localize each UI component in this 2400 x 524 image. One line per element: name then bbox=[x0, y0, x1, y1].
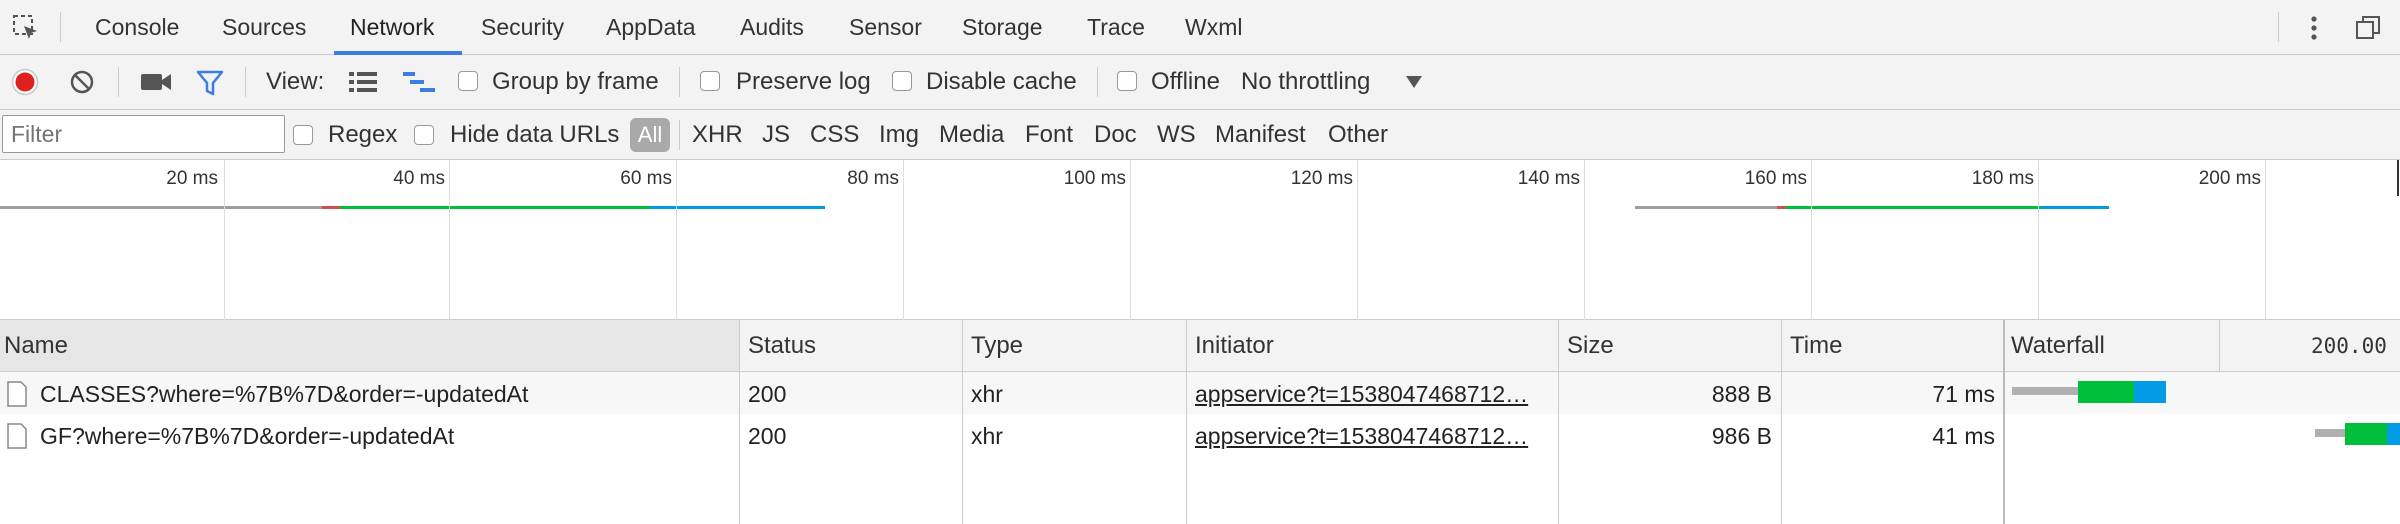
network-toolbar: View: Group by frame Preserve log Disabl… bbox=[0, 55, 2400, 110]
type-filter-css[interactable]: CSS bbox=[810, 121, 859, 149]
clear-icon[interactable] bbox=[69, 69, 95, 95]
request-status: 200 bbox=[748, 423, 787, 449]
request-name[interactable]: CLASSES?where=%7B%7D&order=-updatedAt bbox=[40, 381, 528, 408]
tab-audits[interactable]: Audits bbox=[740, 0, 804, 55]
waterfall-bar-content bbox=[2134, 381, 2166, 403]
inspect-icon[interactable] bbox=[12, 14, 40, 42]
view-label: View: bbox=[266, 68, 325, 95]
request-type: xhr bbox=[971, 423, 1003, 449]
type-filter-ws[interactable]: WS bbox=[1157, 121, 1196, 149]
col-header-status[interactable]: Status bbox=[748, 320, 816, 372]
overview-bar-waiting bbox=[1635, 206, 1777, 209]
request-size: 888 B bbox=[1711, 381, 1772, 407]
request-time: 71 ms bbox=[1932, 381, 1995, 407]
request-status: 200 bbox=[748, 381, 787, 407]
filter-input[interactable] bbox=[2, 115, 285, 153]
timeline-tick: 140 ms bbox=[1517, 168, 1580, 189]
document-icon bbox=[7, 381, 27, 407]
col-header-initiator[interactable]: Initiator bbox=[1195, 320, 1274, 372]
timeline-tick: 20 ms bbox=[166, 168, 218, 189]
type-filter-all[interactable]: All bbox=[630, 118, 670, 152]
document-icon bbox=[7, 423, 27, 449]
tab-sources[interactable]: Sources bbox=[222, 0, 306, 55]
overview-bar-queue bbox=[322, 206, 340, 209]
undock-icon[interactable] bbox=[2354, 14, 2382, 42]
group-by-frame-label[interactable]: Group by frame bbox=[492, 68, 659, 96]
request-table: Name Status Type Initiator Size Time Wat… bbox=[0, 320, 2400, 524]
record-icon[interactable] bbox=[11, 68, 39, 96]
more-icon[interactable] bbox=[2304, 14, 2324, 42]
timeline-cursor bbox=[2397, 160, 2399, 196]
disable-cache-checkbox[interactable] bbox=[892, 71, 912, 91]
hide-data-urls-label[interactable]: Hide data URLs bbox=[450, 121, 619, 149]
offline-checkbox[interactable] bbox=[1117, 71, 1137, 91]
filter-icon[interactable] bbox=[196, 69, 224, 97]
list-view-icon[interactable] bbox=[348, 69, 378, 95]
col-header-waterfall[interactable]: Waterfall bbox=[2011, 320, 2105, 372]
request-type: xhr bbox=[971, 381, 1003, 407]
request-name[interactable]: GF?where=%7B%7D&order=-updatedAt bbox=[40, 423, 454, 450]
tab-network[interactable]: Network bbox=[350, 0, 434, 55]
waterfall-bar-waiting bbox=[2012, 387, 2078, 395]
type-filter-manifest[interactable]: Manifest bbox=[1215, 121, 1306, 149]
filter-bar: Regex Hide data URLs All XHR JS CSS Img … bbox=[0, 110, 2400, 160]
timeline-tick: 180 ms bbox=[1971, 168, 2034, 189]
type-filter-media[interactable]: Media bbox=[939, 121, 1004, 149]
tab-storage[interactable]: Storage bbox=[962, 0, 1043, 55]
type-filter-font[interactable]: Font bbox=[1025, 121, 1073, 149]
waterfall-bar-download bbox=[2078, 381, 2134, 403]
type-filter-xhr[interactable]: XHR bbox=[692, 121, 743, 149]
hide-data-urls-checkbox[interactable] bbox=[414, 125, 434, 145]
camera-icon[interactable] bbox=[140, 71, 172, 93]
col-header-size[interactable]: Size bbox=[1567, 320, 1614, 372]
overview-bar-download bbox=[340, 206, 650, 209]
regex-checkbox[interactable] bbox=[293, 125, 313, 145]
timeline-tick: 120 ms bbox=[1290, 168, 1353, 189]
name-header-sorted-bg bbox=[0, 320, 740, 372]
timeline-tick: 160 ms bbox=[1744, 168, 1807, 189]
col-header-time[interactable]: Time bbox=[1790, 320, 1842, 372]
tab-security[interactable]: Security bbox=[481, 0, 564, 55]
waterfall-bar-content bbox=[2387, 423, 2400, 445]
timeline-tick: 60 ms bbox=[620, 168, 672, 189]
request-initiator-link[interactable]: appservice?t=1538047468712… bbox=[1195, 423, 1528, 450]
offline-label[interactable]: Offline bbox=[1151, 68, 1220, 96]
tab-wxml[interactable]: Wxml bbox=[1185, 0, 1242, 55]
timeline-tick: 40 ms bbox=[393, 168, 445, 189]
timeline-tick: 100 ms bbox=[1063, 168, 1126, 189]
tab-console[interactable]: Console bbox=[95, 0, 179, 55]
overview-bar-content bbox=[2041, 206, 2109, 209]
tab-sensor[interactable]: Sensor bbox=[849, 0, 922, 55]
preserve-log-checkbox[interactable] bbox=[700, 71, 720, 91]
overview-bar-waiting bbox=[0, 206, 322, 209]
waterfall-bar-download bbox=[2345, 423, 2387, 445]
request-initiator-link[interactable]: appservice?t=1538047468712… bbox=[1195, 381, 1528, 408]
timeline-overview[interactable]: 20 ms 40 ms 60 ms 80 ms 100 ms 120 ms 14… bbox=[0, 160, 2400, 320]
regex-label[interactable]: Regex bbox=[328, 121, 397, 149]
request-size: 986 B bbox=[1711, 423, 1772, 449]
type-filter-js[interactable]: JS bbox=[762, 121, 790, 149]
throttling-select[interactable]: No throttling bbox=[1241, 68, 1370, 96]
waterfall-scale-label: 200.00 ms bbox=[2311, 334, 2400, 358]
devtools-tab-bar: Console Sources Network Security AppData… bbox=[0, 0, 2400, 55]
waterfall-bar-waiting bbox=[2315, 429, 2345, 437]
type-filter-doc[interactable]: Doc bbox=[1094, 121, 1137, 149]
dropdown-icon[interactable] bbox=[1405, 75, 1423, 89]
overview-bar-queue bbox=[1777, 206, 1786, 209]
group-by-frame-checkbox[interactable] bbox=[458, 71, 478, 91]
preserve-log-label[interactable]: Preserve log bbox=[736, 68, 871, 96]
tab-appdata[interactable]: AppData bbox=[606, 0, 696, 55]
timeline-tick: 200 ms bbox=[2198, 168, 2261, 189]
type-filter-img[interactable]: Img bbox=[879, 121, 919, 149]
overview-bar-download bbox=[1786, 206, 2041, 209]
request-time: 41 ms bbox=[1932, 423, 1995, 449]
tab-trace[interactable]: Trace bbox=[1087, 0, 1145, 55]
type-filter-other[interactable]: Other bbox=[1328, 121, 1388, 149]
col-header-type[interactable]: Type bbox=[971, 320, 1023, 372]
col-header-name[interactable]: Name bbox=[4, 320, 68, 372]
waterfall-view-icon[interactable] bbox=[402, 69, 436, 95]
timeline-tick: 80 ms bbox=[847, 168, 899, 189]
disable-cache-label[interactable]: Disable cache bbox=[926, 68, 1077, 96]
